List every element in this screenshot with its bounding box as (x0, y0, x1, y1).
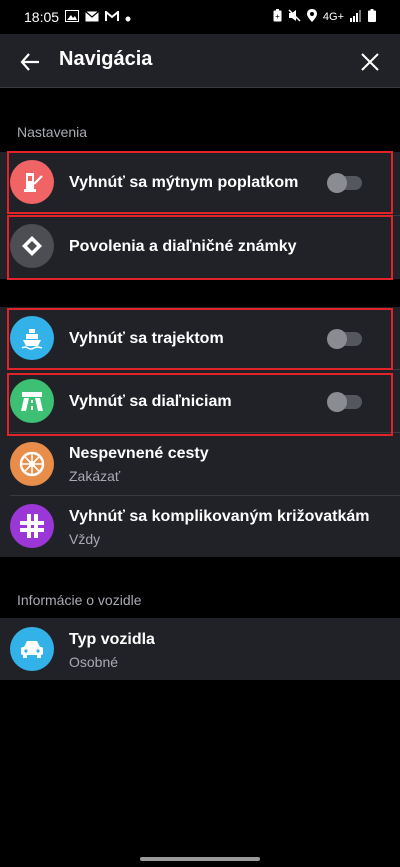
vehicle-value: Osobné (69, 654, 119, 670)
settings-card-2: Vyhnúť sa trajektom Vyhnúť sa diaľniciam (0, 307, 400, 557)
top-app-bar: Navigácia (0, 34, 400, 88)
car-icon (10, 627, 54, 671)
intersections-value: Vždy (69, 531, 101, 547)
status-bar: 18:05 + 4G+ (0, 0, 400, 34)
highway-label: Vyhnúť sa diaľniciam (69, 393, 232, 410)
toll-toggle[interactable] (327, 173, 362, 193)
unpaved-value: Zakázať (69, 468, 121, 484)
unpaved-row[interactable]: Nespevnené cesty Zakázať (0, 433, 400, 495)
permits-label: Povolenia a diaľničné známky (69, 238, 297, 255)
battery-icon (368, 9, 376, 25)
intersections-row[interactable]: Vyhnúť sa komplikovaným križovatkám Vždy (0, 496, 400, 557)
ferry-toggle[interactable] (327, 329, 362, 349)
battery-saver-icon: + (273, 9, 282, 25)
highway-row[interactable]: Vyhnúť sa diaľniciam (0, 370, 400, 432)
unpaved-label: Nespevnené cesty (69, 445, 209, 462)
toggle-knob (327, 392, 347, 412)
image-icon (65, 9, 80, 25)
page-title: Navigácia (59, 48, 153, 70)
intersections-label: Vyhnúť sa komplikovaným križovatkám (69, 508, 370, 525)
location-icon (306, 9, 317, 25)
status-time: 18:05 (24, 9, 60, 25)
ferry-row[interactable]: Vyhnúť sa trajektom (0, 307, 400, 369)
settings-card-1: Vyhnúť sa mýtnym poplatkom Povolenia a d… (0, 152, 400, 279)
toggle-knob (327, 173, 347, 193)
gmail-icon (105, 9, 120, 25)
toggle-knob (327, 329, 347, 349)
toll-label: Vyhnúť sa mýtnym poplatkom (69, 174, 299, 191)
ferry-icon (10, 316, 54, 360)
toll-icon (10, 160, 54, 204)
permits-row[interactable]: Povolenia a diaľničné známky (0, 216, 400, 279)
highway-icon (10, 379, 54, 423)
network-label: 4G+ (322, 10, 344, 23)
vehicle-label: Typ vozidla (69, 631, 155, 648)
vehicle-row[interactable]: Typ vozidla Osobné (0, 618, 400, 680)
close-icon (361, 53, 379, 71)
vehicle-card: Typ vozidla Osobné (0, 618, 400, 680)
signal-icon (350, 9, 362, 25)
ferry-label: Vyhnúť sa trajektom (69, 330, 224, 347)
wheel-icon (10, 442, 54, 486)
back-button[interactable] (16, 48, 44, 76)
svg-text:+: + (275, 12, 280, 21)
close-button[interactable] (356, 48, 384, 76)
arrow-left-icon (20, 53, 39, 71)
mute-icon (288, 9, 301, 25)
section-vehicle-label: Informácie o vozidle (17, 592, 142, 608)
mail-icon (85, 9, 99, 25)
highway-toggle[interactable] (327, 392, 362, 412)
dot-icon (125, 9, 131, 25)
section-settings-label: Nastavenia (17, 124, 88, 140)
home-indicator[interactable] (140, 857, 260, 861)
diamond-icon (10, 224, 54, 268)
toll-row[interactable]: Vyhnúť sa mýtnym poplatkom (0, 152, 400, 215)
intersection-icon (10, 504, 54, 548)
